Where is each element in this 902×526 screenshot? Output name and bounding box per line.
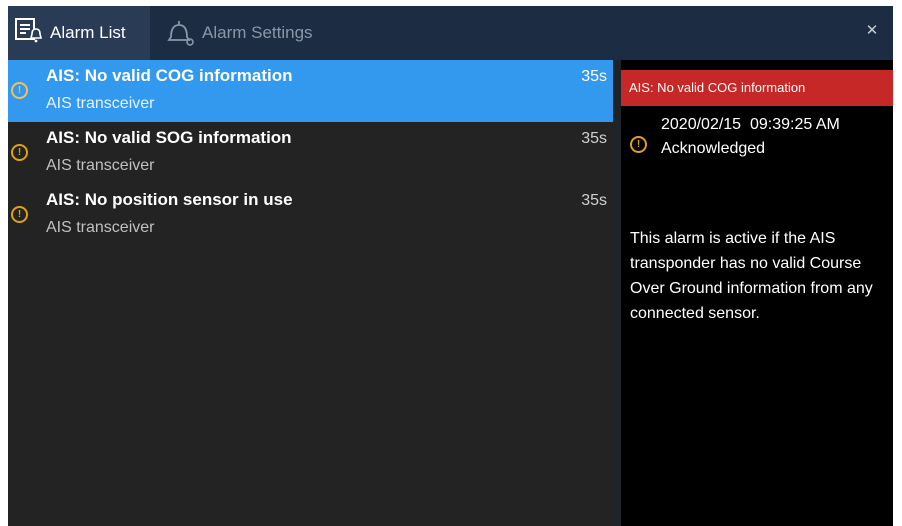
detail-description: This alarm is active if the AIS transpon… [630, 230, 873, 322]
alarm-age: 35s [581, 130, 607, 147]
warning-icon: ! [11, 144, 28, 161]
alarm-age: 35s [581, 192, 607, 209]
alarm-row[interactable]: ! AIS: No valid SOG information AIS tran… [8, 122, 613, 184]
alarm-title: AIS: No valid COG information [46, 66, 293, 85]
detail-header-title: AIS: No valid COG information [629, 80, 806, 95]
detail-header: AIS: No valid COG information [621, 70, 893, 106]
alarm-title: AIS: No valid SOG information [46, 128, 292, 147]
bell-settings-icon [164, 15, 196, 52]
alarm-detail-panel: AIS: No valid COG information ! 2020/02/… [621, 60, 893, 526]
alarm-list-icon [14, 16, 44, 51]
alarm-source: AIS transceiver [46, 95, 155, 112]
tab-bar: Alarm List Alarm Settings ✕ [8, 6, 893, 60]
warning-icon: ! [630, 136, 647, 153]
detail-timestamp: 2020/02/15 09:39:25 AM [661, 116, 840, 133]
alarm-age: 35s [581, 68, 607, 85]
alarm-window: Alarm List Alarm Settings ✕ ! AIS: No va… [8, 6, 893, 526]
tab-alarm-list[interactable]: Alarm List [8, 6, 150, 60]
warning-icon: ! [11, 206, 28, 223]
tab-alarm-list-label: Alarm List [50, 23, 126, 42]
alarm-row[interactable]: ! AIS: No position sensor in use AIS tra… [8, 184, 613, 246]
tab-alarm-settings[interactable]: Alarm Settings [154, 6, 354, 60]
detail-status: Acknowledged [661, 140, 766, 157]
alarm-title: AIS: No position sensor in use [46, 190, 293, 209]
alarm-list: ! AIS: No valid COG information AIS tran… [8, 60, 613, 526]
alarm-source: AIS transceiver [46, 157, 155, 174]
tab-alarm-settings-label: Alarm Settings [202, 23, 313, 42]
alarm-row[interactable]: ! AIS: No valid COG information AIS tran… [8, 60, 613, 122]
warning-icon: ! [11, 82, 28, 99]
alarm-source: AIS transceiver [46, 219, 155, 236]
close-icon[interactable]: ✕ [861, 20, 883, 42]
